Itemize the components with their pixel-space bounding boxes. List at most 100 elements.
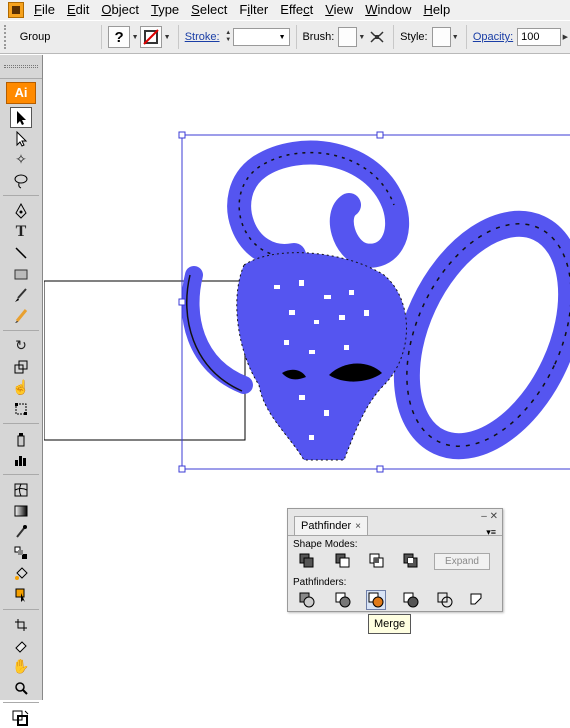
live-paint-selection-tool-icon[interactable]	[10, 584, 32, 605]
outline-button[interactable]	[436, 591, 454, 609]
pathfinder-tab[interactable]: Pathfinder ×	[294, 516, 368, 535]
stroke-weight-spinner[interactable]: ▲ ▼	[224, 26, 233, 48]
brush-options-graphic	[370, 31, 384, 43]
mesh-tool-icon[interactable]	[10, 479, 32, 500]
pathfinder-body: Shape Modes: Expand Pathfinders:	[288, 535, 502, 611]
graphic-style-swatch[interactable]	[431, 27, 451, 47]
opacity-link[interactable]: Opacity:	[473, 31, 513, 43]
rotate-tool-icon[interactable]: ↻	[10, 335, 32, 356]
type-tool-icon[interactable]: T	[10, 221, 32, 242]
merge-tooltip: Merge	[368, 614, 412, 634]
line-segment-tool-icon[interactable]	[10, 242, 32, 263]
ram-head-artwork[interactable]	[181, 140, 570, 473]
divider	[3, 605, 39, 610]
divider	[3, 698, 39, 703]
symbol-sprayer-tool-icon[interactable]	[10, 428, 32, 449]
brush-options-icon[interactable]	[367, 27, 388, 47]
minus-front-icon	[335, 553, 350, 568]
eraser-tool-icon[interactable]	[10, 635, 32, 656]
divider	[3, 419, 39, 424]
close-icon[interactable]: ×	[355, 521, 361, 532]
trim-icon	[335, 592, 351, 608]
merge-button[interactable]	[366, 590, 386, 610]
selection-type-label: Group	[19, 31, 51, 43]
shape-modes-label: Shape Modes:	[293, 539, 358, 550]
hand-tool-icon[interactable]: ✋	[10, 656, 32, 677]
style-label: Style:	[400, 31, 428, 43]
column-graph-tool-icon[interactable]	[10, 449, 32, 470]
free-transform-tool-icon[interactable]	[10, 398, 32, 419]
live-paint-bucket-tool-icon[interactable]	[10, 563, 32, 584]
menu-view[interactable]: View	[319, 0, 359, 20]
menu-object[interactable]: Object	[95, 0, 145, 20]
divider	[3, 191, 39, 196]
illustrator-app-icon[interactable]	[8, 2, 24, 18]
intersect-button[interactable]	[368, 552, 386, 570]
intersect-icon	[369, 553, 384, 568]
trim-button[interactable]	[334, 591, 352, 609]
fill-dropdown-icon[interactable]: ▼	[130, 26, 139, 48]
paintbrush-tool-icon[interactable]	[10, 284, 32, 305]
pathfinders-label: Pathfinders:	[293, 577, 347, 588]
unite-button[interactable]	[298, 552, 316, 570]
crop-button[interactable]	[402, 591, 420, 609]
tools-panel: Ai ✧ T ↻ ☝ ✋	[0, 55, 43, 726]
pathfinder-tab-label: Pathfinder	[301, 520, 352, 532]
ai-logo: Ai	[6, 82, 36, 104]
menu-effect[interactable]: Effect	[274, 0, 319, 20]
warp-tool-icon[interactable]: ☝	[10, 377, 32, 398]
tools-panel-grip[interactable]	[0, 55, 42, 79]
divider	[3, 326, 39, 331]
fill-swatch[interactable]: ?	[107, 26, 131, 48]
stroke-dropdown-icon[interactable]: ▼	[162, 26, 171, 48]
outline-icon	[437, 592, 453, 608]
selection-tool-icon[interactable]	[10, 107, 32, 128]
opacity-dropdown-icon[interactable]: ▶	[561, 26, 570, 48]
expand-button[interactable]: Expand	[434, 553, 490, 570]
minus-front-button[interactable]	[334, 552, 352, 570]
gradient-tool-icon[interactable]	[10, 500, 32, 521]
stroke-swatch[interactable]	[139, 26, 163, 48]
pen-tool-icon[interactable]	[10, 200, 32, 221]
eyedropper-tool-icon[interactable]	[10, 521, 32, 542]
lasso-tool-icon[interactable]	[10, 170, 32, 191]
style-dropdown-icon[interactable]: ▼	[451, 26, 460, 48]
no-stroke-icon	[143, 29, 159, 45]
minus-back-button[interactable]	[468, 591, 486, 609]
exclude-icon	[403, 553, 418, 568]
opacity-field[interactable]: 100	[517, 28, 561, 46]
divider	[295, 25, 297, 49]
fill-stroke-swatch-icon[interactable]	[10, 707, 32, 728]
brush-dropdown-icon[interactable]: ▼	[357, 26, 366, 48]
stroke-link[interactable]: Stroke:	[185, 31, 220, 43]
menu-edit[interactable]: Edit	[61, 0, 95, 20]
divider	[465, 25, 467, 49]
magic-wand-tool-icon[interactable]: ✧	[10, 149, 32, 170]
menu-type[interactable]: Type	[145, 0, 185, 20]
menu-select[interactable]: Select	[185, 0, 233, 20]
unite-icon	[299, 553, 314, 568]
divider	[393, 25, 395, 49]
menu-help[interactable]: Help	[417, 0, 456, 20]
merge-icon	[368, 592, 384, 608]
control-bar: Group ? ▼ ▼ Stroke: ▲ ▼ ▼ Brush: ▼ Style:…	[0, 20, 570, 54]
blend-tool-icon[interactable]	[10, 542, 32, 563]
scale-tool-icon[interactable]	[10, 356, 32, 377]
crop-icon	[403, 592, 419, 608]
control-bar-grip[interactable]	[4, 25, 10, 49]
brush-swatch[interactable]	[338, 27, 358, 47]
menu-window[interactable]: Window	[359, 0, 417, 20]
menu-file[interactable]: File	[28, 0, 61, 20]
pencil-tool-icon[interactable]	[10, 305, 32, 326]
menu-bar: File Edit Object Type Select Filter Effe…	[0, 0, 570, 20]
rectangle-tool-icon[interactable]	[10, 263, 32, 284]
zoom-tool-icon[interactable]	[10, 677, 32, 698]
brush-label: Brush:	[302, 31, 335, 43]
divide-button[interactable]	[298, 591, 316, 609]
menu-filter[interactable]: Filter	[233, 0, 274, 20]
exclude-button[interactable]	[402, 552, 420, 570]
slice-tool-icon[interactable]	[10, 614, 32, 635]
direct-selection-tool-icon[interactable]	[10, 128, 32, 149]
stroke-weight-field[interactable]: ▼	[232, 28, 290, 46]
panel-controls[interactable]: – ✕	[481, 511, 498, 522]
